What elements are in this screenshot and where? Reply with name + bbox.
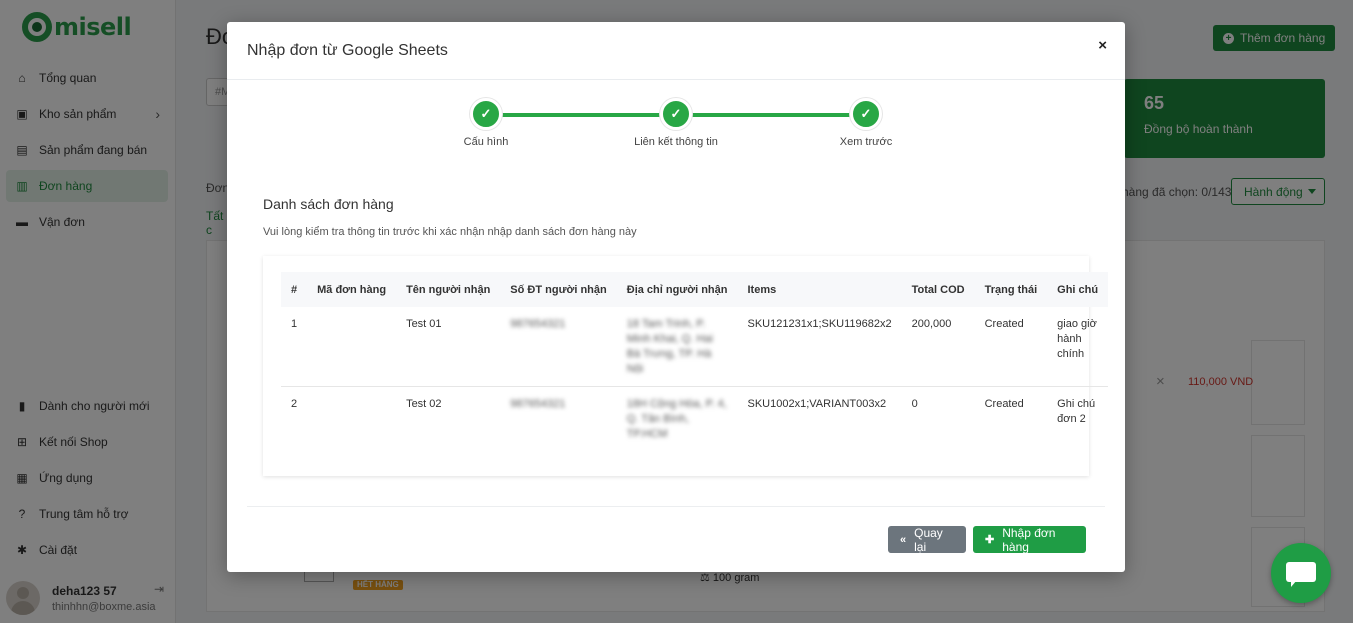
step-label: Cấu hình: [463, 136, 509, 148]
col-header: Total COD: [901, 272, 975, 307]
cell-cod: 0: [911, 398, 918, 410]
cell-note: Ghi chú đơn 2: [1057, 398, 1096, 425]
step-xem-truoc[interactable]: ✓ Xem trước: [796, 98, 936, 148]
check-icon: ✓: [660, 98, 692, 130]
table-header-row: # Mã đơn hàng Tên người nhận Số ĐT người…: [281, 272, 1109, 307]
cell-items: SKU1002x1;VARIANT003x2: [747, 398, 887, 410]
col-header: Ghi chú: [1047, 272, 1109, 307]
cell-no: 2: [291, 398, 298, 410]
cell-phone: 987654321: [500, 307, 617, 387]
step-lien-ket-thong-tin[interactable]: ✓ Liên kết thông tin: [606, 98, 746, 148]
cell-status: Created: [984, 398, 1024, 410]
preview-table: # Mã đơn hàng Tên người nhận Số ĐT người…: [281, 272, 1109, 453]
cell-note: giao giờ hành chính: [1047, 307, 1109, 387]
col-header: Số ĐT người nhận: [500, 272, 617, 307]
check-icon: ✓: [470, 98, 502, 130]
chat-icon: [1286, 562, 1316, 582]
table-row: 1 Test 01 987654321 18 Tam Trinh, P. Min…: [281, 307, 1109, 387]
col-header: Trạng thái: [974, 272, 1048, 307]
step-label: Xem trước: [839, 136, 893, 148]
col-header: Địa chỉ người nhận: [616, 272, 738, 307]
import-button-label: Nhập đơn hàng: [1002, 525, 1056, 554]
cell-address: 18 Tam Trinh, P. Minh Khai, Q. Hai Bà Tr…: [616, 307, 738, 387]
cell-order-code: [307, 387, 396, 453]
section-subtitle: Vui lòng kiểm tra thông tin trước khi xá…: [263, 226, 637, 238]
preview-table-card: # Mã đơn hàng Tên người nhận Số ĐT người…: [263, 256, 1109, 476]
modal-header: Nhập đơn từ Google Sheets: [227, 22, 1125, 80]
double-chevron-left-icon: «: [900, 533, 907, 546]
chat-button[interactable]: [1271, 543, 1331, 603]
col-header: Items: [737, 272, 902, 307]
section-title: Danh sách đơn hàng: [263, 196, 394, 212]
modal-title: Nhập đơn từ Google Sheets: [247, 41, 448, 59]
close-icon[interactable]: ×: [1098, 37, 1107, 54]
step-cau-hinh[interactable]: ✓ Cấu hình: [416, 98, 556, 148]
col-header: Mã đơn hàng: [307, 272, 397, 307]
back-button[interactable]: « Quay lại: [888, 525, 966, 554]
step-label: Liên kết thông tin: [634, 136, 718, 148]
cell-status: Created: [974, 307, 1048, 387]
cell-recipient: Test 02: [406, 398, 442, 410]
cell-order-code: [307, 307, 397, 387]
chat-icon-tail: [1291, 580, 1297, 587]
stepper: ✓ Cấu hình ✓ Liên kết thông tin ✓ Xem tr…: [227, 80, 1125, 170]
cell-recipient: Test 01: [396, 307, 501, 387]
cell-address: 18H Cộng Hòa, P. 4, Q. Tân Bình, TP.HCM: [626, 398, 727, 440]
cell-no: 1: [281, 307, 308, 387]
footer-divider: [247, 506, 1105, 507]
check-icon: ✓: [850, 98, 882, 130]
col-header: #: [281, 272, 308, 307]
col-header: Tên người nhận: [396, 272, 501, 307]
import-orders-button[interactable]: ✚ Nhập đơn hàng: [973, 525, 1086, 554]
import-modal: Nhập đơn từ Google Sheets × ✓ Cấu hình ✓…: [227, 22, 1125, 572]
table-row: 2 Test 02 987654321 18H Cộng Hòa, P. 4, …: [281, 387, 1108, 453]
cell-cod: 200,000: [901, 307, 975, 387]
cell-phone: 987654321: [510, 398, 566, 410]
cell-items: SKU121231x1;SKU119682x2: [737, 307, 902, 387]
plus-icon: ✚: [985, 534, 995, 546]
back-button-label: Quay lại: [914, 525, 943, 554]
